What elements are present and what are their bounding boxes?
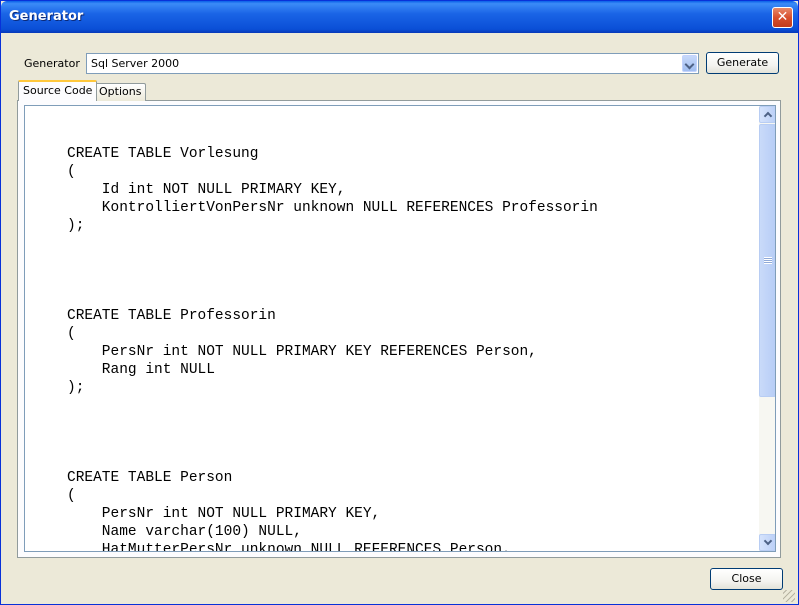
scrollbar-thumb[interactable] <box>759 124 775 397</box>
tab-options[interactable]: Options <box>94 83 147 101</box>
scroll-down-icon[interactable] <box>759 534 775 551</box>
generator-select[interactable]: Sql Server 2000 <box>86 53 699 74</box>
source-code-text[interactable]: CREATE TABLE Vorlesung ( Id int NOT NULL… <box>67 145 598 551</box>
window-close-button[interactable]: ✕ <box>772 7 793 28</box>
close-button[interactable]: Close <box>710 568 783 590</box>
generator-select-value: Sql Server 2000 <box>91 57 180 70</box>
generate-button[interactable]: Generate <box>706 52 779 74</box>
grip-icon <box>764 257 772 264</box>
window-title: Generator <box>9 9 84 24</box>
chevron-down-icon[interactable] <box>682 55 697 72</box>
source-code-editor[interactable]: CREATE TABLE Vorlesung ( Id int NOT NULL… <box>24 105 776 552</box>
generator-label: Generator <box>24 57 80 70</box>
resize-grip-icon[interactable] <box>783 590 795 602</box>
generator-window: Generator ✕ Generator Sql Server 2000 Ge… <box>0 0 799 605</box>
title-bar[interactable]: Generator ✕ <box>1 1 798 33</box>
close-icon: ✕ <box>776 9 789 25</box>
tab-source-code[interactable]: Source Code <box>18 80 98 101</box>
vertical-scrollbar[interactable] <box>759 106 775 551</box>
scroll-up-icon[interactable] <box>759 106 775 123</box>
